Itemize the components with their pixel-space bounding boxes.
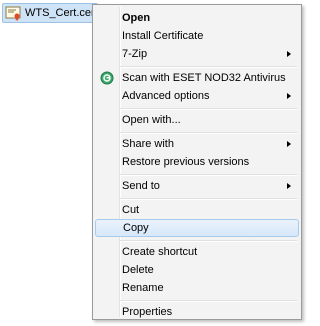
- menu-separator: [120, 66, 297, 68]
- menu-item-copy[interactable]: Copy: [95, 219, 299, 237]
- menu-separator: [120, 240, 297, 242]
- menu-separator: [120, 198, 297, 200]
- menu-item-send-to[interactable]: Send to: [95, 177, 299, 195]
- eset-antivirus-icon: [100, 71, 114, 85]
- menu-item-label: Rename: [122, 282, 164, 294]
- file-item-wts-cert[interactable]: WTS_Cert.cer: [2, 3, 98, 23]
- menu-item-label: Open: [122, 12, 151, 24]
- submenu-arrow-icon: [287, 51, 291, 57]
- menu-item-label: Copy: [123, 222, 149, 234]
- menu-item-cut[interactable]: Cut: [95, 201, 299, 219]
- menu-item-rename[interactable]: Rename: [95, 279, 299, 297]
- menu-item-label: Open with...: [122, 114, 181, 126]
- menu-item-restore-previous-versions[interactable]: Restore previous versions: [95, 153, 299, 171]
- menu-item-label: 7-Zip: [122, 48, 148, 60]
- menu-item-open-with[interactable]: Open with...: [95, 111, 299, 129]
- menu-item-label: Cut: [122, 204, 140, 216]
- menu-separator: [120, 300, 297, 302]
- menu-separator: [120, 174, 297, 176]
- menu-item-label: Advanced options: [122, 90, 210, 102]
- menu-item-install-certificate[interactable]: Install Certificate: [95, 27, 299, 45]
- menu-separator: [120, 132, 297, 134]
- submenu-arrow-icon: [287, 141, 291, 147]
- menu-item-open[interactable]: Open: [95, 9, 299, 27]
- file-name: WTS_Cert.cer: [25, 7, 95, 19]
- menu-item-scan-eset[interactable]: Scan with ESET NOD32 Antivirus: [95, 69, 299, 87]
- menu-item-advanced-options[interactable]: Advanced options: [95, 87, 299, 105]
- certificate-file-icon: [5, 6, 21, 21]
- menu-item-label: Scan with ESET NOD32 Antivirus: [122, 72, 286, 84]
- menu-item-label: Properties: [122, 306, 173, 318]
- menu-item-label: Install Certificate: [122, 30, 204, 42]
- menu-separator: [120, 108, 297, 110]
- menu-item-label: Restore previous versions: [122, 156, 250, 168]
- menu-item-label: Send to: [122, 180, 160, 192]
- submenu-arrow-icon: [287, 93, 291, 99]
- menu-item-7zip[interactable]: 7-Zip: [95, 45, 299, 63]
- menu-item-properties[interactable]: Properties: [95, 303, 299, 321]
- menu-item-label: Delete: [122, 264, 154, 276]
- menu-item-share-with[interactable]: Share with: [95, 135, 299, 153]
- menu-item-label: Share with: [122, 138, 174, 150]
- menu-item-create-shortcut[interactable]: Create shortcut: [95, 243, 299, 261]
- context-menu: Open Install Certificate 7-Zip Scan with…: [92, 4, 302, 320]
- menu-item-delete[interactable]: Delete: [95, 261, 299, 279]
- submenu-arrow-icon: [287, 183, 291, 189]
- menu-item-label: Create shortcut: [122, 246, 198, 258]
